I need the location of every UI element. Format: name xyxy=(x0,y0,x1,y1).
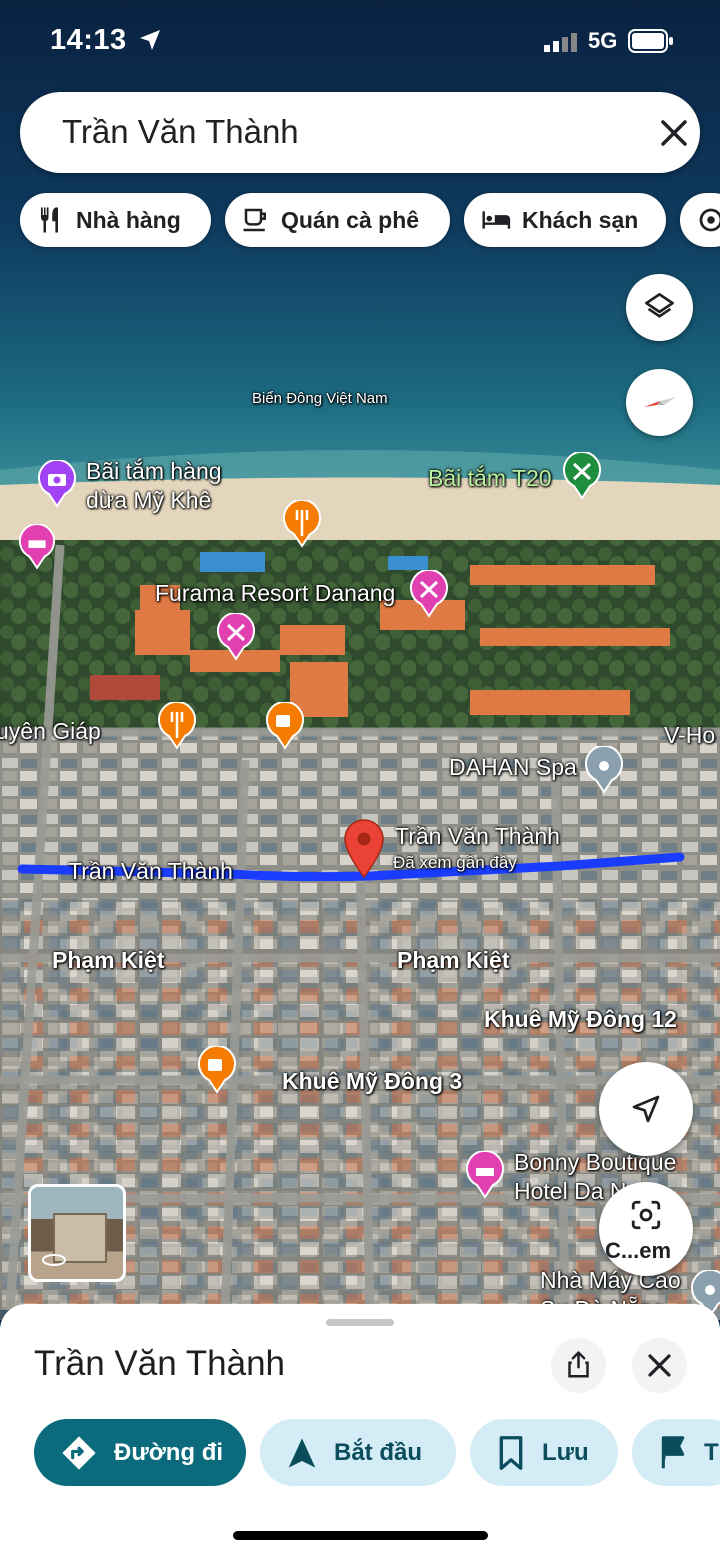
recently-viewed-label: Đã xem gần đây xyxy=(393,853,517,872)
my-location-button[interactable] xyxy=(599,1062,693,1156)
cafe-pin-icon[interactable] xyxy=(197,1046,237,1094)
location-arrow-icon xyxy=(140,30,160,50)
resort-pin-icon[interactable] xyxy=(409,570,449,618)
search-query[interactable]: Trần Văn Thành xyxy=(62,113,299,151)
search-bar[interactable]: Trần Văn Thành xyxy=(20,92,700,173)
attractions-icon xyxy=(699,208,720,232)
chip-label: Quán cà phê xyxy=(281,206,420,233)
restaurant-pin-icon[interactable] xyxy=(282,500,322,548)
save-label: Lưu xyxy=(542,1438,589,1466)
clear-search-icon[interactable] xyxy=(660,119,688,147)
place-beach-t20[interactable]: Bãi tắm T20 xyxy=(428,465,552,492)
place-beach-palm[interactable]: Bãi tắm hàng dừa Mỹ Khê xyxy=(86,457,222,515)
road-vo-nguyen-giap: uyên Giáp xyxy=(0,718,101,744)
compass-icon xyxy=(644,397,676,407)
selected-location-pin-icon[interactable] xyxy=(341,817,387,879)
place-dahan-spa[interactable]: DAHAN Spa xyxy=(449,754,577,781)
resort-pin-icon[interactable] xyxy=(216,613,256,661)
camera-search-button[interactable]: C...em xyxy=(599,1182,693,1276)
battery-icon xyxy=(628,29,673,53)
camera-label: C...em xyxy=(605,1238,672,1263)
fork-knife-icon xyxy=(41,207,58,233)
sea-label: Biển Đông Việt Nam xyxy=(252,390,388,407)
spa-pin-icon[interactable] xyxy=(584,746,624,794)
close-sheet-button[interactable] xyxy=(632,1338,687,1393)
status-time: 14:13 xyxy=(50,24,127,56)
chip-hotels[interactable]: Khách sạn xyxy=(464,193,666,247)
restaurant-pin-icon[interactable] xyxy=(157,702,197,750)
lens-camera-icon xyxy=(631,1200,661,1230)
label-button[interactable]: T xyxy=(632,1419,720,1486)
beach-pin-icon[interactable] xyxy=(562,452,602,500)
share-icon xyxy=(568,1351,589,1378)
cafe-pin-icon[interactable] xyxy=(265,702,305,750)
start-label: Bắt đầu xyxy=(334,1438,423,1466)
street-view-thumbnail[interactable] xyxy=(28,1184,126,1282)
network-type: 5G xyxy=(588,28,618,53)
place-title: Trần Văn Thành xyxy=(34,1344,285,1383)
360-rotate-icon xyxy=(42,1254,66,1266)
road-tran-van-thanh: Trần Văn Thành xyxy=(68,858,233,884)
bed-icon xyxy=(482,211,511,229)
coffee-cup-icon xyxy=(243,208,266,232)
label-button-label: T xyxy=(704,1438,719,1466)
start-button[interactable]: Bắt đầu xyxy=(260,1419,456,1486)
close-icon xyxy=(648,1354,671,1377)
chip-restaurants[interactable]: Nhà hàng xyxy=(20,193,211,247)
home-indicator[interactable] xyxy=(233,1531,488,1540)
share-button[interactable] xyxy=(551,1338,606,1393)
compass-button[interactable] xyxy=(626,369,693,436)
drag-handle[interactable] xyxy=(326,1319,394,1326)
directions-button[interactable]: Đường đi xyxy=(34,1419,246,1486)
road-v-ho: V-Ho xyxy=(664,722,716,748)
layers-button[interactable] xyxy=(626,274,693,341)
hotel-pin-icon[interactable] xyxy=(465,1151,505,1199)
selected-street-label[interactable]: Trần Văn Thành xyxy=(395,823,560,850)
place-bottom-sheet: Trần Văn Thành Đường đi Bắt đầu Lưu T xyxy=(0,1304,720,1557)
chip-cafes[interactable]: Quán cà phê xyxy=(225,193,450,247)
navigation-arrow-icon xyxy=(632,1095,660,1123)
directions-icon xyxy=(62,1435,96,1470)
status-bar: 14:13 5G xyxy=(0,0,720,80)
road-pham-kiet-right: Phạm Kiệt xyxy=(397,947,510,973)
road-khue-my-dong-3: Khuê Mỹ Đông 3 xyxy=(282,1068,463,1094)
photo-spot-pin-icon[interactable] xyxy=(37,460,77,508)
place-furama-resort[interactable]: Furama Resort Danang xyxy=(155,580,395,607)
chip-label: Nhà hàng xyxy=(76,206,181,233)
hotel-pin-icon[interactable] xyxy=(18,524,56,570)
signal-icon xyxy=(544,33,577,52)
flag-icon xyxy=(661,1435,685,1468)
road-khue-my-dong-12: Khuê Mỹ Đông 12 xyxy=(484,1006,677,1032)
navigation-arrow-icon xyxy=(288,1437,316,1468)
road-pham-kiet-left: Phạm Kiệt xyxy=(52,947,165,973)
save-button[interactable]: Lưu xyxy=(470,1419,618,1486)
chip-label: Khách sạn xyxy=(522,206,639,233)
directions-label: Đường đi xyxy=(114,1438,224,1466)
layers-icon xyxy=(645,293,674,318)
bookmark-icon xyxy=(499,1435,523,1470)
